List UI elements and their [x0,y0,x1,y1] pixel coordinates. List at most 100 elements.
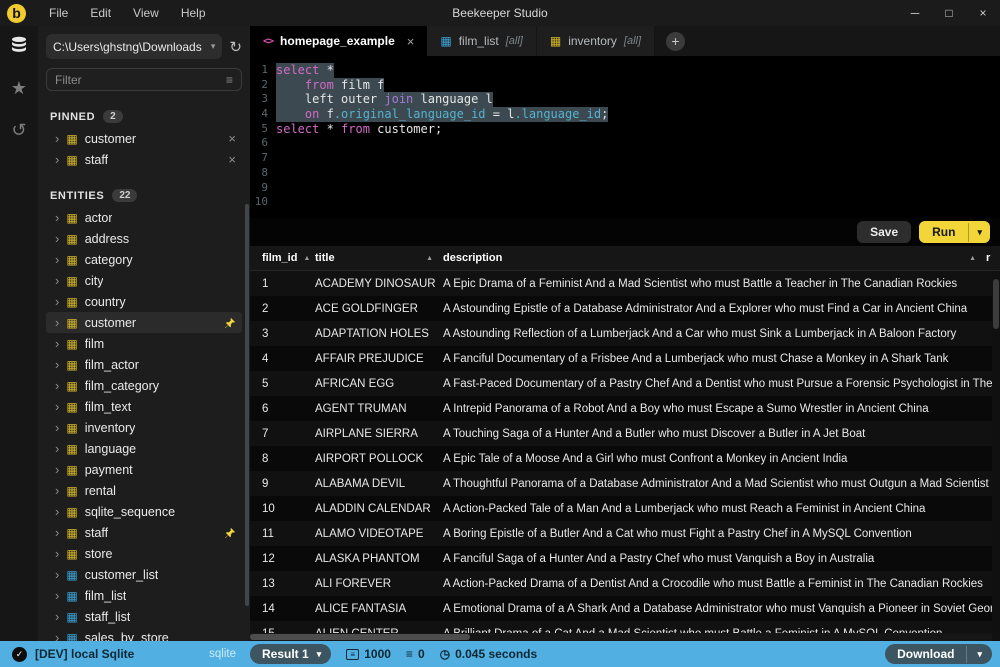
database-icon[interactable] [9,35,29,55]
maximize-button[interactable]: □ [932,0,966,26]
affected-rows-stat: ≡ 0 [406,647,425,661]
result-tab-selector[interactable]: Result 1 ▾ [250,644,331,664]
table-row[interactable]: 13ALI FOREVERA Action-Packed Drama of a … [250,571,1000,596]
history-icon[interactable]: ↺ [11,121,26,139]
column-header-partial[interactable]: r [986,252,1000,264]
download-options-caret-icon[interactable]: ▾ [966,646,992,663]
pinned-item-staff[interactable]: ›▦staff× [46,149,242,170]
entity-item-film[interactable]: ›▦film [46,333,242,354]
run-button[interactable]: Run ▾ [919,221,990,243]
entity-item-actor[interactable]: ›▦actor [46,207,242,228]
table-row[interactable]: 2ACE GOLDFINGERA Astounding Epistle of a… [250,296,1000,321]
chevron-right-icon[interactable]: › [55,631,59,641]
refresh-icon[interactable]: ↻ [229,38,242,56]
entity-item-customer[interactable]: ›▦customer [46,312,242,333]
sql-editor[interactable]: 1select *2 from film f3 left outer join … [250,56,1000,218]
unpin-icon[interactable]: × [228,131,236,146]
chevron-right-icon[interactable]: › [55,568,59,581]
table-row[interactable]: 5AFRICAN EGGA Fast-Paced Documentary of … [250,371,1000,396]
table-row[interactable]: 6AGENT TRUMANA Intrepid Panorama of a Ro… [250,396,1000,421]
table-row[interactable]: 12ALASKA PHANTOMA Fanciful Saga of a Hun… [250,546,1000,571]
table-row[interactable]: 8AIRPORT POLLOCKA Epic Tale of a Moose A… [250,446,1000,471]
chevron-right-icon[interactable]: › [55,505,59,518]
chevron-right-icon[interactable]: › [55,337,59,350]
tab-inventory[interactable]: ▦inventory[all] [537,26,655,56]
chevron-right-icon[interactable]: › [55,358,59,371]
entity-item-city[interactable]: ›▦city [46,270,242,291]
table-row[interactable]: 7AIRPLANE SIERRAA Touching Saga of a Hun… [250,421,1000,446]
close-window-button[interactable]: × [966,0,1000,26]
menu-file[interactable]: File [38,3,79,23]
entity-item-language[interactable]: ›▦language [46,438,242,459]
table-row[interactable]: 10ALADDIN CALENDARA Action-Packed Tale o… [250,496,1000,521]
chevron-right-icon[interactable]: › [55,379,59,392]
new-tab-button[interactable]: + [666,32,685,51]
chevron-right-icon[interactable]: › [55,274,59,287]
tab-homepage_example[interactable]: <>homepage_example× [250,26,427,56]
entity-item-film_category[interactable]: ›▦film_category [46,375,242,396]
pin-icon[interactable] [224,317,236,329]
chevron-right-icon[interactable]: › [55,526,59,539]
results-vertical-scrollbar[interactable] [992,271,1000,633]
entity-item-rental[interactable]: ›▦rental [46,480,242,501]
table-row[interactable]: 1ACADEMY DINOSAURA Epic Drama of a Femin… [250,271,1000,296]
table-row[interactable]: 4AFFAIR PREJUDICEA Fanciful Documentary … [250,346,1000,371]
entities-section-header[interactable]: ENTITIES 22 [50,189,242,202]
connection-selector[interactable]: C:\Users\ghstng\Downloads ▾ [46,34,222,59]
close-tab-icon[interactable]: × [407,34,415,49]
entity-item-staff_list[interactable]: ›▦staff_list [46,606,242,627]
table-row[interactable]: 11ALAMO VIDEOTAPEA Boring Epistle of a B… [250,521,1000,546]
column-header-film-id[interactable]: film_id ▲ [250,252,315,264]
entity-item-sqlite_sequence[interactable]: ›▦sqlite_sequence [46,501,242,522]
chevron-right-icon[interactable]: › [55,589,59,602]
entity-item-inventory[interactable]: ›▦inventory [46,417,242,438]
pinned-item-customer[interactable]: ›▦customer× [46,128,242,149]
entity-item-film_list[interactable]: ›▦film_list [46,585,242,606]
entity-item-staff[interactable]: ›▦staff [46,522,242,543]
menu-view[interactable]: View [122,3,170,23]
chevron-right-icon[interactable]: › [55,610,59,623]
results-horizontal-scrollbar[interactable] [250,633,992,641]
menu-edit[interactable]: Edit [79,3,122,23]
entity-item-customer_list[interactable]: ›▦customer_list [46,564,242,585]
table-row[interactable]: 9ALABAMA DEVILA Thoughtful Panorama of a… [250,471,1000,496]
entity-item-film_actor[interactable]: ›▦film_actor [46,354,242,375]
entity-item-address[interactable]: ›▦address [46,228,242,249]
chevron-right-icon[interactable]: › [55,153,59,166]
chevron-right-icon[interactable]: › [55,400,59,413]
menu-help[interactable]: Help [170,3,217,23]
pinned-section-header[interactable]: PINNED 2 [50,110,242,123]
chevron-right-icon[interactable]: › [55,295,59,308]
chevron-right-icon[interactable]: › [55,211,59,224]
download-button[interactable]: Download ▾ [885,644,992,664]
tab-film_list[interactable]: ▦film_list[all] [427,26,536,56]
table-row[interactable]: 3ADAPTATION HOLESA Astounding Reflection… [250,321,1000,346]
entity-item-sales_by_store[interactable]: ›▦sales_by_store [46,627,242,641]
entity-item-payment[interactable]: ›▦payment [46,459,242,480]
column-header-description[interactable]: description ▲ [443,252,986,264]
entity-item-film_text[interactable]: ›▦film_text [46,396,242,417]
sidebar-scrollbar[interactable] [245,204,249,606]
unpin-icon[interactable]: × [228,152,236,167]
chevron-right-icon[interactable]: › [55,442,59,455]
chevron-right-icon[interactable]: › [55,421,59,434]
column-header-title[interactable]: title ▲ [315,252,443,264]
entity-item-category[interactable]: ›▦category [46,249,242,270]
entity-item-country[interactable]: ›▦country [46,291,242,312]
favorites-star-icon[interactable]: ★ [11,79,27,97]
chevron-right-icon[interactable]: › [55,253,59,266]
chevron-right-icon[interactable]: › [55,547,59,560]
chevron-right-icon[interactable]: › [55,232,59,245]
chevron-right-icon[interactable]: › [55,132,59,145]
chevron-right-icon[interactable]: › [55,463,59,476]
pin-icon[interactable] [224,527,236,539]
entity-item-store[interactable]: ›▦store [46,543,242,564]
table-row[interactable]: 14ALICE FANTASIAA Emotional Drama of a A… [250,596,1000,621]
minimize-button[interactable]: ─ [898,0,932,26]
chevron-right-icon[interactable]: › [55,316,59,329]
filter-input[interactable] [55,73,226,87]
filter-icon[interactable]: ≡ [226,73,233,87]
save-button[interactable]: Save [857,221,911,243]
chevron-right-icon[interactable]: › [55,484,59,497]
run-options-caret-icon[interactable]: ▾ [968,223,990,242]
